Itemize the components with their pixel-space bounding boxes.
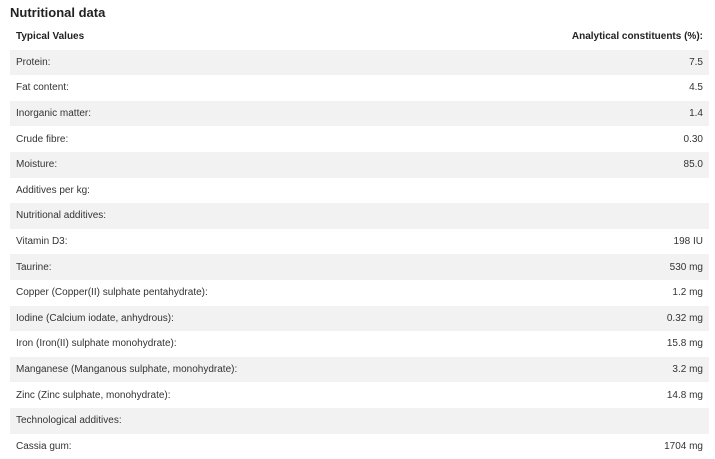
row-label: Inorganic matter: <box>10 101 429 127</box>
table-row: Technological additives: <box>10 408 709 434</box>
row-value: 0.30 <box>429 126 709 152</box>
row-label: Copper (Copper(II) sulphate pentahydrate… <box>10 280 429 306</box>
nutrition-table: Typical Values Analytical constituents (… <box>10 24 709 459</box>
header-analytical-constituents: Analytical constituents (%): <box>429 24 709 50</box>
header-typical-values: Typical Values <box>10 24 429 50</box>
table-row: Protein: 7.5 <box>10 50 709 76</box>
row-value: 0.32 mg <box>429 306 709 332</box>
table-row: Manganese (Manganous sulphate, monohydra… <box>10 357 709 383</box>
table-row: Crude fibre: 0.30 <box>10 126 709 152</box>
row-label: Cassia gum: <box>10 434 429 459</box>
row-label: Manganese (Manganous sulphate, monohydra… <box>10 357 429 383</box>
table-row: Copper (Copper(II) sulphate pentahydrate… <box>10 280 709 306</box>
table-row: Zinc (Zinc sulphate, monohydrate): 14.8 … <box>10 382 709 408</box>
row-label: Iodine (Calcium iodate, anhydrous): <box>10 306 429 332</box>
row-label: Additives per kg: <box>10 178 429 204</box>
row-value: 1704 mg <box>429 434 709 459</box>
row-label: Protein: <box>10 50 429 76</box>
row-value: 85.0 <box>429 152 709 178</box>
row-label: Moisture: <box>10 152 429 178</box>
row-value: 14.8 mg <box>429 382 709 408</box>
table-row: Additives per kg: <box>10 178 709 204</box>
row-value: 198 IU <box>429 229 709 255</box>
table-header-row: Typical Values Analytical constituents (… <box>10 24 709 50</box>
table-row: Moisture: 85.0 <box>10 152 709 178</box>
table-row: Inorganic matter: 1.4 <box>10 101 709 127</box>
row-value: 7.5 <box>429 50 709 76</box>
row-value: 4.5 <box>429 75 709 101</box>
row-value: 15.8 mg <box>429 331 709 357</box>
row-value <box>429 203 709 229</box>
table-row: Cassia gum: 1704 mg <box>10 434 709 459</box>
table-row: Iodine (Calcium iodate, anhydrous): 0.32… <box>10 306 709 332</box>
row-value: 530 mg <box>429 254 709 280</box>
row-label: Vitamin D3: <box>10 229 429 255</box>
row-label: Nutritional additives: <box>10 203 429 229</box>
row-value: 1.2 mg <box>429 280 709 306</box>
row-value <box>429 178 709 204</box>
table-row: Fat content: 4.5 <box>10 75 709 101</box>
row-label: Technological additives: <box>10 408 429 434</box>
table-row: Iron (Iron(II) sulphate monohydrate): 15… <box>10 331 709 357</box>
row-label: Zinc (Zinc sulphate, monohydrate): <box>10 382 429 408</box>
row-label: Iron (Iron(II) sulphate monohydrate): <box>10 331 429 357</box>
row-label: Taurine: <box>10 254 429 280</box>
section-title: Nutritional data <box>10 6 709 20</box>
table-row: Vitamin D3: 198 IU <box>10 229 709 255</box>
row-label: Fat content: <box>10 75 429 101</box>
row-value <box>429 408 709 434</box>
row-label: Crude fibre: <box>10 126 429 152</box>
nutritional-data-panel: Nutritional data Typical Values Analytic… <box>0 0 715 458</box>
row-value: 1.4 <box>429 101 709 127</box>
row-value: 3.2 mg <box>429 357 709 383</box>
table-row: Taurine: 530 mg <box>10 254 709 280</box>
table-row: Nutritional additives: <box>10 203 709 229</box>
